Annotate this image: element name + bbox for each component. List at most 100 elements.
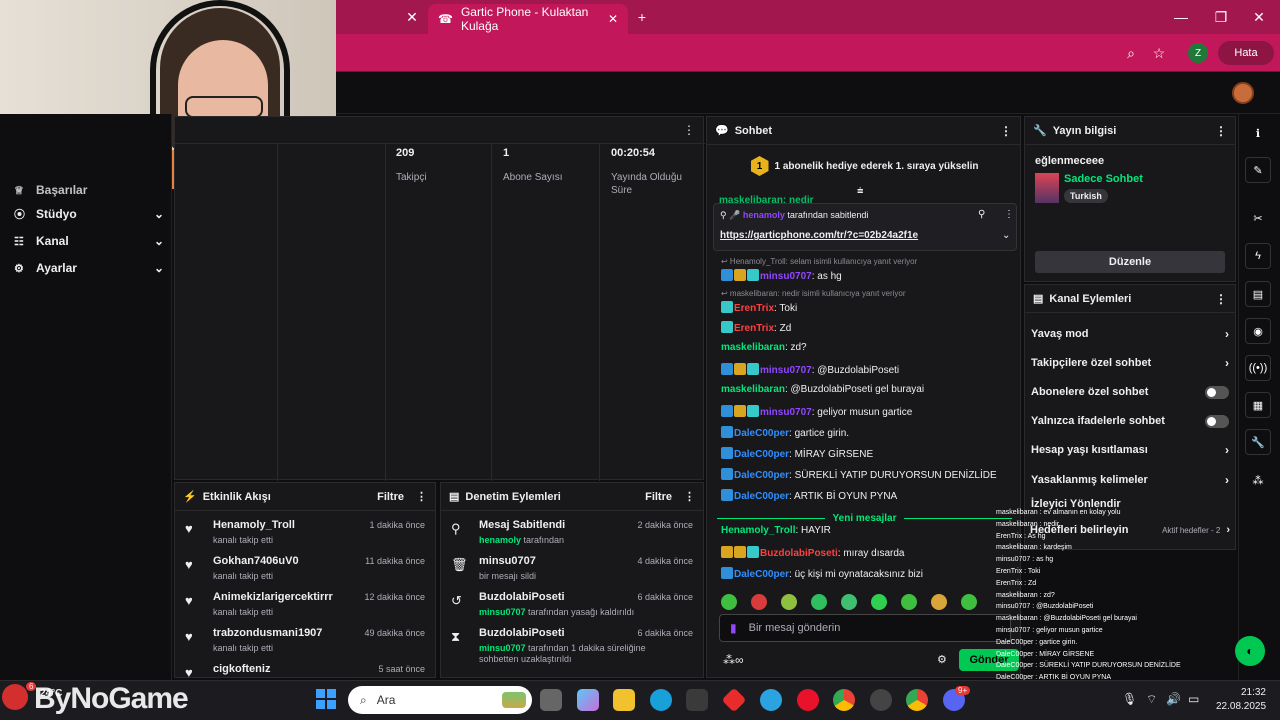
gift-banner[interactable]: 1 1 abonelik hediye ederek 1. sıraya yük… — [707, 145, 1020, 187]
more-options-icon[interactable]: ⋮ — [416, 490, 427, 503]
chat-username[interactable]: minsu0707 — [760, 271, 812, 282]
chat-message[interactable]: BuzdolabiPoseti: mıray dısarda — [721, 546, 1006, 559]
task-view-icon[interactable] — [540, 689, 562, 711]
clock[interactable]: 21:32 22.08.2025 — [1216, 686, 1266, 714]
chat-badge-icon[interactable] — [721, 468, 733, 480]
chat-bubble-icon[interactable]: ◉ — [1245, 318, 1271, 344]
moderation-item[interactable]: ⧗ BuzdolabiPoseti minsu0707 tarafından 1… — [449, 623, 695, 667]
chrome-profile-icon[interactable] — [906, 689, 928, 711]
chat-username[interactable]: Henamoly_Troll — [721, 525, 795, 536]
chat-message[interactable]: DaleC00per: gartice girin. — [721, 426, 1006, 439]
stream-tag[interactable]: Turkish — [1064, 189, 1108, 203]
activity-item[interactable]: ♥ Henamoly_Troll kanalı takip etti 1 dak… — [183, 515, 427, 551]
goals-row[interactable]: Hedefleri belirleyin Aktif hedefler - 2 … — [1030, 520, 1230, 540]
chat-username[interactable]: maskelibaran — [721, 342, 785, 353]
chat-badge-icon[interactable] — [734, 546, 746, 558]
sidebar-item-channel[interactable]: ☷ Kanal ⌄ — [14, 230, 164, 252]
layout-icon[interactable]: ▦ — [1245, 392, 1271, 418]
more-options-icon[interactable]: ⋮ — [684, 490, 695, 503]
chat-badge-icon[interactable] — [721, 546, 733, 558]
emote-icon[interactable] — [721, 594, 737, 610]
note-icon[interactable]: ▤ — [1245, 281, 1271, 307]
chat-username[interactable]: DaleC00per — [734, 428, 789, 439]
chat-badge-icon[interactable] — [721, 447, 733, 459]
chat-badge-icon[interactable] — [734, 405, 746, 417]
chat-message[interactable]: minsu0707: geliyor musun gartice — [721, 405, 1006, 418]
chat-badge-icon[interactable] — [721, 426, 733, 438]
chat-message[interactable]: maskelibaran: zd? — [721, 342, 1006, 353]
chat-username[interactable]: BuzdolabiPoseti — [760, 548, 838, 559]
network-icon[interactable]: ⌔ — [1146, 692, 1157, 707]
more-options-icon[interactable]: ⋮ — [683, 123, 695, 137]
chat-message[interactable]: minsu0707: @BuzdolabiPoseti — [721, 363, 1006, 376]
chrome-icon[interactable] — [833, 689, 855, 711]
chat-badge-icon[interactable] — [747, 405, 759, 417]
chevron-down-icon[interactable]: ⌄ — [1002, 230, 1010, 241]
pinned-message[interactable]: ⚲ 🎤 henamoly tarafından sabitlendi ⚲ ⋮ h… — [713, 203, 1017, 251]
emote-icon[interactable] — [751, 594, 767, 610]
lightning-icon[interactable]: ϟ — [1245, 243, 1271, 269]
clip-icon[interactable]: ✂ — [1245, 205, 1271, 231]
emote-icon[interactable] — [931, 594, 947, 610]
user-avatar[interactable] — [1232, 82, 1254, 104]
chat-badge-icon[interactable] — [721, 567, 733, 579]
chat-message[interactable]: ErenTrix: Zd — [721, 321, 1006, 334]
account-age-row[interactable]: Hesap yaşı kısıtlaması › — [1031, 439, 1229, 461]
chat-badge-icon[interactable] — [721, 489, 733, 501]
file-explorer-icon[interactable] — [613, 689, 635, 711]
chat-message[interactable]: DaleC00per: SÜREKLİ YATIP DURUYORSUN DEN… — [721, 468, 1006, 481]
chat-username[interactable]: DaleC00per — [734, 449, 789, 460]
emote-icon[interactable] — [811, 594, 827, 610]
mic-icon[interactable]: 🎙 — [1122, 692, 1137, 706]
emote-icon[interactable] — [871, 594, 887, 610]
chat-badge-icon[interactable] — [747, 363, 759, 375]
chat-username[interactable]: DaleC00per — [734, 491, 789, 502]
taskbar-search-input[interactable]: ⌕ Ara — [348, 686, 532, 714]
pencil-icon[interactable]: ✎ — [1245, 157, 1271, 183]
chat-username[interactable]: DaleC00per — [734, 470, 789, 481]
chat-username[interactable]: minsu0707 — [760, 365, 812, 376]
extensions-icon[interactable]: ⁂ — [1245, 467, 1271, 493]
close-window-icon[interactable]: ✕ — [1248, 8, 1270, 26]
sidebar-item-settings[interactable]: ⚙ Ayarlar ⌄ — [14, 257, 164, 279]
bookmark-star-icon[interactable]: ☆ — [1148, 43, 1170, 63]
store-icon[interactable] — [686, 689, 708, 711]
chat-badge-icon[interactable] — [721, 301, 733, 313]
chat-badge-icon[interactable] — [734, 363, 746, 375]
activity-item[interactable]: ♥ trabzondusmani1907 kanalı takip etti 4… — [183, 623, 427, 659]
chat-input[interactable]: ▮ Bir mesaj gönderin — [719, 614, 1011, 642]
chat-badge-icon[interactable] — [721, 363, 733, 375]
more-options-icon[interactable]: ⋮ — [1215, 124, 1227, 138]
chat-badge-icon[interactable] — [721, 321, 733, 333]
chat-message[interactable]: DaleC00per: ARTIK Bİ OYUN PYNA — [721, 489, 1006, 502]
activity-item[interactable]: ♥ cigkofteniz 5 saat önce — [183, 659, 427, 677]
chat-username[interactable]: minsu0707 — [760, 407, 812, 418]
edit-stream-button[interactable]: Düzenle — [1035, 251, 1225, 273]
chat-message[interactable]: DaleC00per: üç kişi mi oynatacaksınız bi… — [721, 567, 1006, 580]
pinned-link[interactable]: https://garticphone.com/tr/?c=02b24a2f1e — [720, 230, 918, 241]
chat-message[interactable]: ↩ maskelibaran: nedir isimli kullanıcıya… — [721, 289, 1006, 314]
emote-icon[interactable] — [781, 594, 797, 610]
wrench-icon[interactable]: 🔧 — [1245, 429, 1271, 455]
chat-message[interactable]: DaleC00per: MİRAY GİRSENE — [721, 447, 1006, 460]
close-tab-icon[interactable]: ✕ — [402, 8, 422, 26]
stream-category[interactable]: Sadece Sohbet — [1064, 173, 1143, 185]
moderation-item[interactable]: ↺ BuzdolabiPoseti minsu0707 tarafından y… — [449, 587, 695, 623]
chat-badge-icon[interactable] — [747, 546, 759, 558]
chat-badge-icon[interactable] — [747, 269, 759, 281]
activity-item[interactable]: ♥ Gokhan7406uV0 kanalı takip etti 11 dak… — [183, 551, 427, 587]
streamer-mode-icon[interactable]: ◐ — [1235, 636, 1265, 666]
chat-badge-icon[interactable] — [734, 269, 746, 281]
chat-message[interactable]: ↩ Henamoly_Troll: selam isimli kullanıcı… — [721, 257, 1006, 282]
more-options-icon[interactable]: ⋮ — [1215, 292, 1227, 306]
opera-icon[interactable] — [797, 689, 819, 711]
more-options-icon[interactable]: ⋮ — [1000, 124, 1012, 138]
unpin-icon[interactable]: ⚲ — [978, 209, 985, 220]
chat-username[interactable]: ErenTrix — [734, 323, 774, 334]
obs-icon[interactable] — [870, 689, 892, 711]
profile-avatar[interactable]: Z — [1188, 43, 1208, 63]
app-icon[interactable] — [760, 689, 782, 711]
emote-icon[interactable] — [961, 594, 977, 610]
chat-username[interactable]: maskelibaran — [721, 384, 785, 395]
chat-username[interactable]: ErenTrix — [734, 303, 774, 314]
